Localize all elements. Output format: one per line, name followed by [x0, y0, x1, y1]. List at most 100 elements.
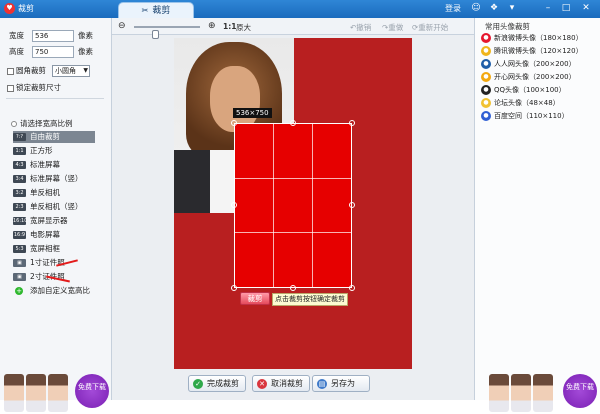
ratio-header-label: 请选择宽高比例 [20, 119, 73, 128]
ratio-item-5-3[interactable]: 5:3 宽屏相框 [13, 243, 95, 255]
rounded-crop-checkbox[interactable]: 圆角裁剪 [7, 64, 46, 78]
ratio-item-2-3[interactable]: 2:3 单反相机（竖） [13, 201, 95, 213]
add-custom-ratio[interactable]: + 添加自定义宽高比 [13, 285, 95, 297]
ratio-label: 电影屏幕 [30, 230, 60, 239]
promo-faces-image [489, 374, 555, 412]
grid-line [235, 231, 351, 233]
crop-selection-box[interactable] [231, 120, 355, 291]
checkbox-icon [7, 67, 14, 75]
scissors-icon: ✂ [141, 6, 149, 15]
ratio-badge-icon: 16:9 [13, 231, 26, 239]
actual-size-button[interactable]: 原大 [236, 22, 251, 33]
image-canvas[interactable]: 536×750 裁剪 点击裁剪按钮确定裁剪 [174, 38, 412, 369]
preset-label: 腾讯微博头像（120×120） [494, 47, 583, 55]
zoom-slider[interactable] [134, 26, 200, 39]
zoom-in-icon[interactable]: ⊕ [208, 21, 218, 31]
ratio-badge-icon: 2:3 [13, 203, 26, 211]
preset-label: 百度空间（110×110） [494, 112, 569, 120]
ratio-badge-icon: 5:3 [13, 245, 26, 253]
preset-sina-weibo[interactable]: ● 新浪微博头像（180×180） [481, 32, 583, 44]
ratio-label: 单反相机（竖） [30, 202, 83, 211]
ratio-item-free[interactable]: ?:? 自由裁剪 [13, 131, 95, 143]
free-download-button[interactable]: 免费下载 [75, 374, 109, 408]
restart-button[interactable]: ⟳重新开始 [412, 22, 448, 33]
preset-forum[interactable]: ● 论坛头像（48×48） [481, 97, 560, 109]
left-panel: 宽度 536 像素 高度 750 像素 圆角裁剪 小圆角 ▼ 锁定裁剪尺寸 请选择… [0, 18, 112, 412]
ratio-badge-icon: 3:2 [13, 189, 26, 197]
restart-label: 重新开始 [418, 23, 449, 32]
zoom-slider-knob[interactable] [152, 30, 159, 39]
rounded-select-value: 小圆角 [55, 67, 76, 75]
ratio-item-16-9[interactable]: 16:9 电影屏幕 [13, 229, 95, 241]
preset-label: 论坛头像（48×48） [494, 99, 560, 107]
maximize-icon[interactable]: □ [560, 2, 572, 14]
free-download-button[interactable]: 免费下载 [563, 374, 597, 408]
cancel-crop-button[interactable]: ✕ 取消裁剪 [252, 375, 310, 392]
ratio-badge-icon: 4:3 [13, 161, 26, 169]
preset-qq[interactable]: ● QQ头像（100×100） [481, 84, 566, 96]
close-icon[interactable]: ✕ [580, 2, 592, 14]
id-photo-icon: ▣ [13, 259, 26, 267]
face-thumbnail [489, 374, 509, 412]
ratio-badge-icon: 1:1 [13, 147, 26, 155]
face-thumbnail [48, 374, 68, 412]
crop-hint-tooltip: 点击裁剪按钮确定裁剪 [272, 293, 348, 306]
checkbox-icon [7, 84, 14, 92]
preset-baidu-space[interactable]: ● 百度空间（110×110） [481, 110, 569, 122]
login-link[interactable]: 登录 [445, 3, 461, 14]
skin-icon[interactable]: ❖ [488, 2, 500, 14]
menu-icon[interactable]: ▾ [506, 2, 518, 14]
crop-handle-bottom-left[interactable] [231, 285, 237, 291]
crop-handle-top-right[interactable] [349, 120, 355, 126]
ratio-badge-icon: 3:4 [13, 175, 26, 183]
redo-button[interactable]: ↷重做 [382, 22, 403, 33]
ratio-item-square[interactable]: 1:1 正方形 [13, 145, 95, 157]
app-logo-icon: ♥ [4, 3, 15, 14]
ratio-label: 自由裁剪 [30, 132, 60, 141]
user-icon[interactable]: ☺ [470, 2, 482, 14]
promo-banner[interactable]: 免费下载 [489, 368, 597, 414]
ratio-label: 标准屏幕（竖） [30, 174, 83, 183]
crop-handle-top-left[interactable] [231, 120, 237, 126]
finish-crop-button[interactable]: ✓ 完成裁剪 [188, 375, 246, 392]
preset-label: 新浪微博头像（180×180） [494, 34, 583, 42]
qq-icon: ● [481, 85, 491, 95]
crop-handle-bottom-right[interactable] [349, 285, 355, 291]
tab-crop[interactable]: ✂ 裁剪 [118, 2, 194, 18]
promo-faces-image [4, 374, 70, 412]
preset-kaixin[interactable]: ● 开心网头像（200×200） [481, 71, 576, 83]
title-bar: ♥ 裁剪 ✂ 裁剪 登录 ☺ ❖ ▾ – □ ✕ [0, 0, 600, 18]
preset-tencent-weibo[interactable]: ● 腾讯微博头像（120×120） [481, 45, 583, 57]
baidu-paw-icon: ● [481, 111, 491, 121]
preset-renren[interactable]: ● 人人网头像（200×200） [481, 58, 576, 70]
save-as-button[interactable]: ▤ 另存为 [312, 375, 370, 392]
crop-handle-bottom[interactable] [290, 285, 296, 291]
undo-button[interactable]: ↶撤销 [350, 22, 371, 33]
actual-size-ratio[interactable]: 1:1 [223, 22, 236, 31]
ratio-item-3-4[interactable]: 3:4 标准屏幕（竖） [13, 173, 95, 185]
ratio-item-16-10[interactable]: 16:10 宽屏显示器 [13, 215, 95, 227]
ratio-item-1inch-photo[interactable]: ▣ 1寸证件照 [13, 257, 95, 269]
promo-banner[interactable]: 免费下载 [4, 368, 109, 414]
rounded-crop-label: 圆角裁剪 [16, 66, 46, 75]
zoom-out-icon[interactable]: ⊖ [118, 21, 128, 31]
crop-handle-left[interactable] [231, 202, 237, 208]
minimize-icon[interactable]: – [542, 2, 554, 14]
rounded-select[interactable]: 小圆角 ▼ [52, 65, 90, 77]
height-label: 高度 [9, 47, 24, 56]
crop-handle-right[interactable] [349, 202, 355, 208]
ratio-item-4-3[interactable]: 4:3 标准屏幕 [13, 159, 95, 171]
crop-button[interactable]: 裁剪 [240, 292, 270, 305]
preset-label: 人人网头像（200×200） [494, 60, 576, 68]
crop-handle-top[interactable] [290, 120, 296, 126]
ratio-badge-icon: ?:? [13, 133, 26, 141]
lock-size-checkbox[interactable]: 锁定裁剪尺寸 [7, 81, 61, 95]
ratio-item-3-2[interactable]: 3:2 单反相机 [13, 187, 95, 199]
tab-crop-label: 裁剪 [152, 6, 171, 16]
save-as-label: 另存为 [331, 379, 355, 388]
cancel-crop-label: 取消裁剪 [271, 379, 303, 388]
app-title: 裁剪 [18, 4, 34, 13]
width-input[interactable]: 536 [32, 30, 74, 42]
height-input[interactable]: 750 [32, 46, 74, 58]
crop-dimension-label: 536×750 [233, 108, 272, 118]
